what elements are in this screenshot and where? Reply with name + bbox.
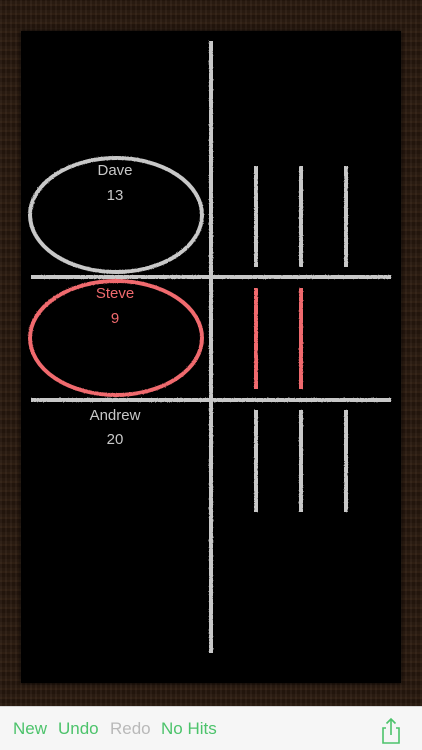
no-hits-button[interactable]: No Hits <box>161 719 217 739</box>
wooden-frame: Dave 13 Steve 9 Andrew 20 <box>0 0 422 706</box>
player-name-steve: Steve <box>95 285 135 302</box>
redo-button[interactable]: Redo <box>110 719 151 739</box>
player-name-andrew: Andrew <box>89 407 141 424</box>
chalkboard[interactable]: Dave 13 Steve 9 Andrew 20 <box>21 31 401 683</box>
bottom-toolbar: New Undo Redo No Hits <box>0 706 422 750</box>
undo-button[interactable]: Undo <box>58 719 99 739</box>
board-lines <box>28 41 391 653</box>
player-score-steve: 9 <box>110 310 120 327</box>
new-button[interactable]: New <box>13 719 47 739</box>
player-score-andrew: 20 <box>106 431 124 448</box>
player-name-dave: Dave <box>97 162 133 179</box>
share-icon[interactable] <box>378 717 404 745</box>
player-score-dave: 13 <box>106 187 124 204</box>
